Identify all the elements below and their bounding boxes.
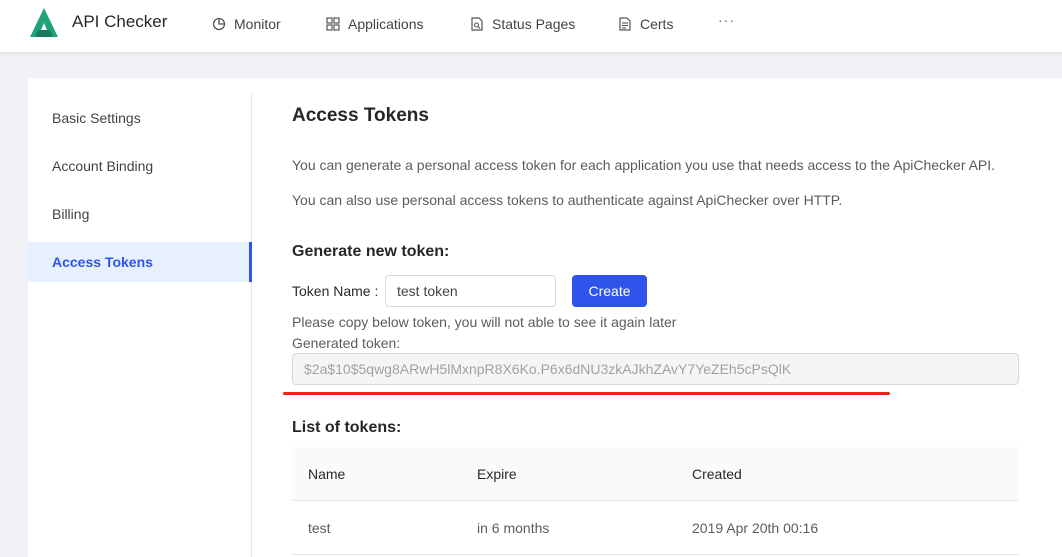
settings-card: Basic Settings Account Binding Billing A… [28, 78, 1062, 557]
generated-token-label: Generated token: [292, 335, 401, 351]
app-name[interactable]: API Checker [72, 12, 167, 32]
tokens-table: Name Expire Created test in 6 months 201… [292, 447, 1019, 555]
column-header-created[interactable]: Created [692, 447, 742, 501]
table-header: Name Expire Created [292, 447, 1019, 501]
sidebar-item-account-binding[interactable]: Account Binding [28, 146, 252, 186]
certificate-icon [619, 17, 631, 31]
nav-monitor[interactable]: Monitor [212, 14, 281, 34]
top-navbar: API Checker Monitor Applications Status … [0, 0, 1062, 53]
generate-token-heading: Generate new token: [292, 243, 450, 260]
sidebar-item-basic-settings[interactable]: Basic Settings [28, 98, 252, 138]
nav-certs[interactable]: Certs [618, 14, 673, 34]
token-list-heading: List of tokens: [292, 419, 402, 436]
token-name-cell: test [308, 520, 331, 536]
nav-label: Applications [348, 16, 424, 32]
generated-token-field[interactable]: $2a$10$5qwg8ARwH5lMxnpR8X6Ko.P6x6dNU3zkA… [292, 353, 1019, 385]
token-name-label: Token Name : [292, 283, 379, 299]
nav-label: Monitor [234, 16, 281, 32]
more-menu-button[interactable]: ··· [718, 12, 735, 28]
pie-chart-icon [212, 17, 226, 31]
token-name-input[interactable] [385, 275, 556, 307]
grid-icon [326, 17, 340, 31]
column-header-expire[interactable]: Expire [477, 447, 517, 501]
nav-status-pages[interactable]: Status Pages [470, 14, 575, 34]
highlight-underline [283, 392, 890, 395]
sidebar-item-billing[interactable]: Billing [28, 194, 252, 234]
description-text: You can also use personal access tokens … [292, 192, 843, 208]
column-header-name[interactable]: Name [308, 447, 345, 501]
table-row[interactable]: test in 6 months 2019 Apr 20th 00:16 [292, 501, 1019, 555]
page-title: Access Tokens [292, 105, 429, 126]
nav-label: Certs [640, 16, 674, 32]
copy-notice: Please copy below token, you will not ab… [292, 314, 677, 330]
nav-applications[interactable]: Applications [326, 14, 424, 34]
access-tokens-panel: Access Tokens You can generate a persona… [283, 78, 1032, 557]
create-token-button[interactable]: Create [572, 275, 647, 307]
api-checker-logo-icon[interactable] [27, 6, 61, 40]
token-created-cell: 2019 Apr 20th 00:16 [692, 520, 819, 536]
token-expire-cell: in 6 months [477, 520, 550, 536]
description-text: You can generate a personal access token… [292, 157, 996, 173]
nav-label: Status Pages [492, 16, 576, 32]
settings-sidebar: Basic Settings Account Binding Billing A… [28, 94, 252, 557]
sidebar-item-access-tokens[interactable]: Access Tokens [28, 242, 252, 282]
file-search-icon [471, 17, 483, 31]
token-name-label-text: Token Name [292, 283, 371, 299]
